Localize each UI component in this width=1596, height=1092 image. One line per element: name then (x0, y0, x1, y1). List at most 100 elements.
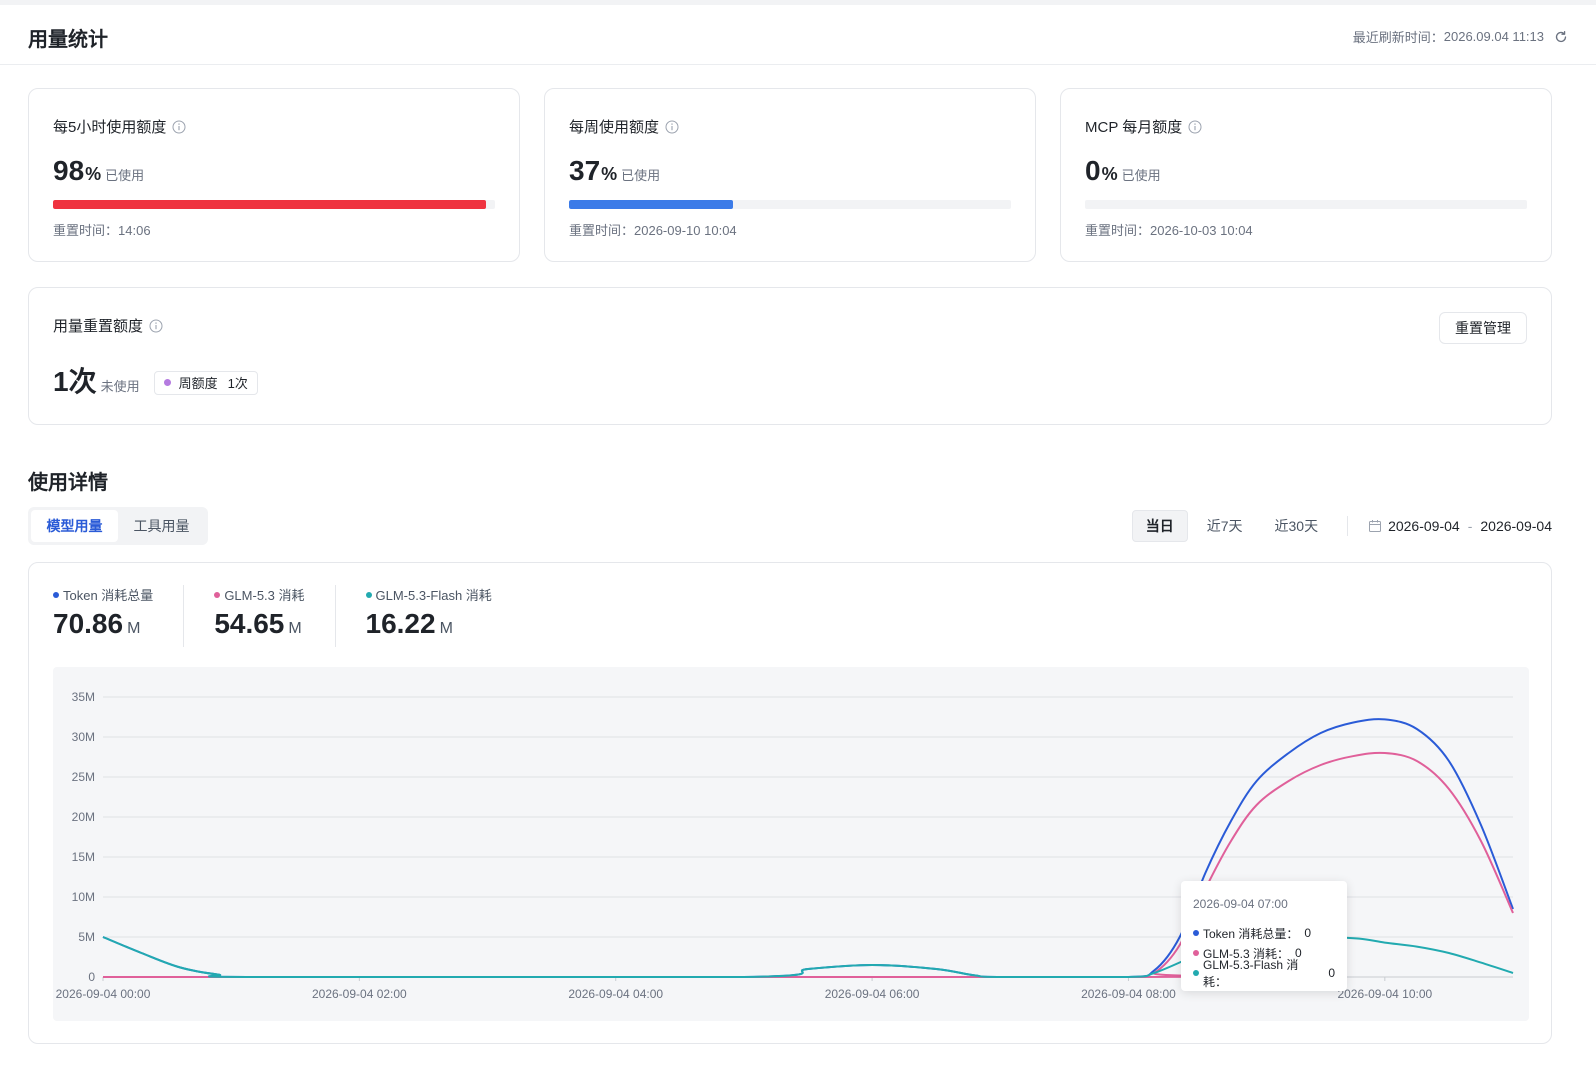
y-tick-label: 35M (72, 690, 95, 704)
stat-value: 16.22 (365, 608, 436, 639)
badge-count: 1次 (227, 376, 248, 391)
refresh-info: 最近刷新时间： 2026.09.04 11:13 (1353, 27, 1568, 46)
tooltip-row: Token 消耗总量： 0 (1193, 923, 1335, 943)
quota-card-mcp: MCP 每月额度 0 % 已使用 重置时间：2026-10-03 10:04 (1060, 88, 1552, 262)
reset-time: 2026-10-03 10:04 (1150, 223, 1253, 238)
quota-percent: 0 (1085, 155, 1101, 186)
tooltip-dot (1193, 970, 1199, 976)
page-header: 用量统计 最近刷新时间： 2026.09.04 11:13 (0, 5, 1596, 65)
y-tick-label: 10M (72, 890, 95, 904)
stat-unit: M (439, 620, 453, 637)
stat-label: Token 消耗总量 (63, 588, 154, 603)
quota-used-label: 已使用 (105, 168, 145, 183)
y-tick-label: 25M (72, 770, 95, 784)
stat-unit: M (127, 620, 141, 637)
date-from: 2026-09-04 (1388, 518, 1460, 534)
x-tick-label: 2026-09-04 04:00 (568, 987, 663, 1001)
tooltip-dot (1193, 950, 1199, 956)
info-icon[interactable] (665, 120, 679, 134)
stat-value: 54.65 (214, 608, 285, 639)
page-title: 用量统计 (28, 29, 108, 51)
reset-label: 重置时间： (1085, 223, 1151, 238)
stat-label: GLM-5.3-Flash 消耗 (375, 588, 492, 603)
quota-card-5h: 每5小时使用额度 98 % 已使用 重置时间：14:06 (28, 88, 520, 262)
date-range-picker[interactable]: 2026-09-04 - 2026-09-04 (1368, 518, 1552, 534)
quota-title: 每5小时使用额度 (53, 119, 167, 136)
reset-time: 14:06 (118, 223, 151, 238)
progress-bar (1085, 200, 1527, 209)
tooltip-dot (1193, 930, 1199, 936)
progress-bar (569, 200, 1011, 209)
legend-dot (53, 591, 59, 598)
x-tick-label: 2026-09-04 00:00 (56, 987, 151, 1001)
quota-unit: % (85, 164, 102, 184)
info-icon[interactable] (1188, 120, 1202, 134)
tab-tool-usage[interactable]: 工具用量 (118, 510, 205, 542)
calendar-icon (1368, 519, 1382, 533)
x-tick-label: 2026-09-04 06:00 (825, 987, 920, 1001)
refresh-label: 最近刷新时间： (1352, 30, 1444, 45)
quota-percent: 37 (569, 155, 601, 186)
usage-stats: Token 消耗总量 70.86 M GLM-5.3 消耗 54.65 M GLM-… (53, 585, 552, 647)
refresh-icon[interactable] (1554, 30, 1568, 44)
legend-dot (365, 591, 372, 598)
quota-unit: % (1101, 164, 1118, 184)
date-separator: - (1467, 518, 1473, 534)
stat-glm: GLM-5.3 消耗 54.65 M (214, 585, 336, 647)
tooltip-value: 0 (1304, 926, 1312, 940)
badge-dot (163, 379, 171, 386)
stat-value: 70.86 (53, 608, 124, 639)
stat-label: GLM-5.3 消耗 (224, 588, 305, 603)
range-7days[interactable]: 近7天 (1194, 510, 1256, 542)
chart-tooltip: 2026-09-04 07:00 Token 消耗总量： 0 GLM-5.3 消耗… (1181, 881, 1347, 991)
tooltip-title: 2026-09-04 07:00 (1193, 897, 1288, 911)
quota-percent: 98 (53, 155, 85, 186)
refresh-time: 2026.09.04 11:13 (1443, 29, 1544, 44)
tab-model-usage[interactable]: 模型用量 (31, 510, 118, 542)
reset-manage-button[interactable]: 重置管理 (1439, 312, 1527, 344)
line-chart: 0 5M 10M 15M 20M 25M 30M 35M 2026-09-04 00:00 202… (53, 667, 1529, 1021)
range-30days[interactable]: 近30天 (1262, 510, 1332, 542)
date-to: 2026-09-04 (1480, 518, 1552, 534)
reset-count: 1次 (53, 366, 97, 397)
x-tick-label: 2026-09-04 02:00 (312, 987, 407, 1001)
tooltip-row: GLM-5.3-Flash 消耗： 0 (1193, 958, 1335, 989)
y-tick-label: 30M (72, 730, 95, 744)
quota-used-label: 已使用 (621, 168, 661, 183)
divider (1347, 516, 1349, 536)
reset-quota-card: 用量重置额度 重置管理 1次 未使用 周额度 1次 (28, 287, 1552, 425)
tooltip-label: GLM-5.3-Flash 消耗： (1203, 958, 1299, 989)
info-icon[interactable] (149, 319, 163, 333)
y-tick-label: 20M (72, 810, 95, 824)
reset-unused-label: 未使用 (100, 379, 140, 394)
legend-dot (214, 591, 221, 598)
y-tick-label: 5M (78, 930, 95, 944)
quota-used-label: 已使用 (1121, 168, 1161, 183)
y-tick-label: 0 (88, 970, 95, 984)
reset-label: 重置时间： (569, 223, 635, 238)
reset-quota-title: 用量重置额度 (53, 318, 144, 335)
usage-chart-card: Token 消耗总量 70.86 M GLM-5.3 消耗 54.65 M GLM-… (28, 562, 1552, 1044)
tooltip-label: Token 消耗总量： (1203, 926, 1299, 941)
x-tick-label: 2026-09-04 08:00 (1081, 987, 1176, 1001)
progress-fill (53, 200, 487, 209)
quota-unit: % (601, 164, 618, 184)
range-selector: 当日 近7天 近30天 2026-09-04 - 2026-09-04 (1126, 510, 1552, 542)
tooltip-value: 0 (1328, 966, 1335, 980)
stat-glm-flash: GLM-5.3-Flash 消耗 16.22 M (365, 585, 522, 647)
section-title: 使用详情 (28, 472, 108, 494)
x-tick-label: 2026-09-04 10:00 (1337, 987, 1432, 1001)
quota-title: MCP 每月额度 (1085, 119, 1183, 136)
reset-time: 2026-09-10 10:04 (634, 223, 737, 238)
stat-token-total: Token 消耗总量 70.86 M (53, 585, 185, 647)
range-today[interactable]: 当日 (1131, 510, 1188, 542)
y-tick-label: 15M (72, 850, 95, 864)
info-icon[interactable] (172, 120, 186, 134)
weekly-quota-badge: 周额度 1次 (153, 370, 258, 395)
badge-label: 周额度 (178, 376, 218, 391)
usage-tabs: 模型用量 工具用量 (28, 507, 208, 545)
stat-unit: M (288, 620, 302, 637)
progress-bar (53, 200, 495, 209)
quota-card-weekly: 每周使用额度 37 % 已使用 重置时间：2026-09-10 10:04 (544, 88, 1036, 262)
reset-label: 重置时间： (53, 223, 119, 238)
